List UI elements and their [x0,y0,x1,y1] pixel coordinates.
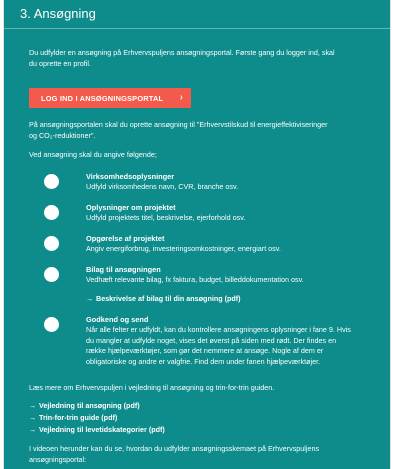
item-description-line-2: du mangler at udfylde noget, vises det ø… [86,335,337,345]
arrow-right-icon: → [29,413,37,422]
intro-line-2: du oprette en profil. [29,59,91,68]
bullet-circle-icon [44,267,59,282]
bullet-circle-icon [44,317,59,332]
video-text-line-1: I videoen herunder kan du se, hvordan du… [29,444,320,453]
guide-link[interactable]: → Vejledning til ansøgning (pdf) [29,401,140,411]
item-title: Virksomhedsoplysninger [86,172,175,181]
item-description: Angiv energiforbrug, investeringsomkostn… [86,244,281,253]
guide-link-label: Vejledning til ansøgning (pdf) [39,401,140,410]
bullet-circle-icon [44,236,59,251]
read-more-text: Læs mere om Erhvervspuljen i vejledning … [29,383,275,392]
portal-text-line-2: og CO₂-reduktioner". [29,131,96,140]
step-guide-link-label: Trin-for-trin guide (pdf) [39,413,118,422]
intro-line-1: Du udfylder en ansøgning på Erhvervspulj… [29,48,335,57]
item-title: Bilag til ansøgningen [86,265,161,274]
section-header: 3. Ansøgning [4,0,390,29]
item-title: Oplysninger om projektet [86,203,176,212]
attachment-description-link[interactable]: → Beskrivelse af bilag til din ansøgning … [86,294,241,304]
chevron-right-icon: › [179,92,183,103]
lifetime-categories-link[interactable]: → Vejledning til levetidskategorier (pdf) [29,425,165,435]
provide-text: Ved ansøgning skal du angive følgende; [29,150,157,159]
arrow-right-icon: → [29,425,37,434]
bullet-circle-icon [44,205,59,220]
item-description-line-4: obligatoriske og andre er valgfrie. Find… [86,356,321,366]
video-text-line-2: ansøgningsportal: [29,455,87,464]
section-panel: 3. Ansøgning Du udfylder en ansøgning på… [3,0,391,469]
arrow-right-icon: → [86,294,94,303]
item-description: Udfyld virksomhedens navn, CVR, branche … [86,182,239,191]
item-description: Udfyld projektets titel, beskrivelse, ej… [86,213,246,222]
lifetime-categories-link-label: Vejledning til levetidskategorier (pdf) [39,425,165,434]
arrow-right-icon: → [29,401,37,410]
section-title: 3. Ansøgning [20,6,96,21]
item-description-line-3: række hjælpeværktøjer, som gør det nemme… [86,346,324,355]
item-title: Godkend og send [86,315,149,324]
item-description: Vedhæft relevante bilag, fx faktura, bud… [86,275,304,284]
bullet-circle-icon [44,174,59,189]
step-guide-link[interactable]: → Trin-for-trin guide (pdf) [29,413,117,423]
attachment-description-link-label: Beskrivelse af bilag til din ansøgning (… [96,294,241,303]
item-description-line-1: Når alle felter er udfyldt, kan du kontr… [86,325,351,334]
login-portal-button[interactable]: LOG IND I ANSØGNINGSPORTAL › [29,88,191,108]
portal-text-line-1: På ansøgningsportalen skal du oprette an… [29,120,328,129]
login-portal-button-label: LOG IND I ANSØGNINGSPORTAL [41,93,164,103]
item-title: Opgørelse af projektet [86,234,165,243]
